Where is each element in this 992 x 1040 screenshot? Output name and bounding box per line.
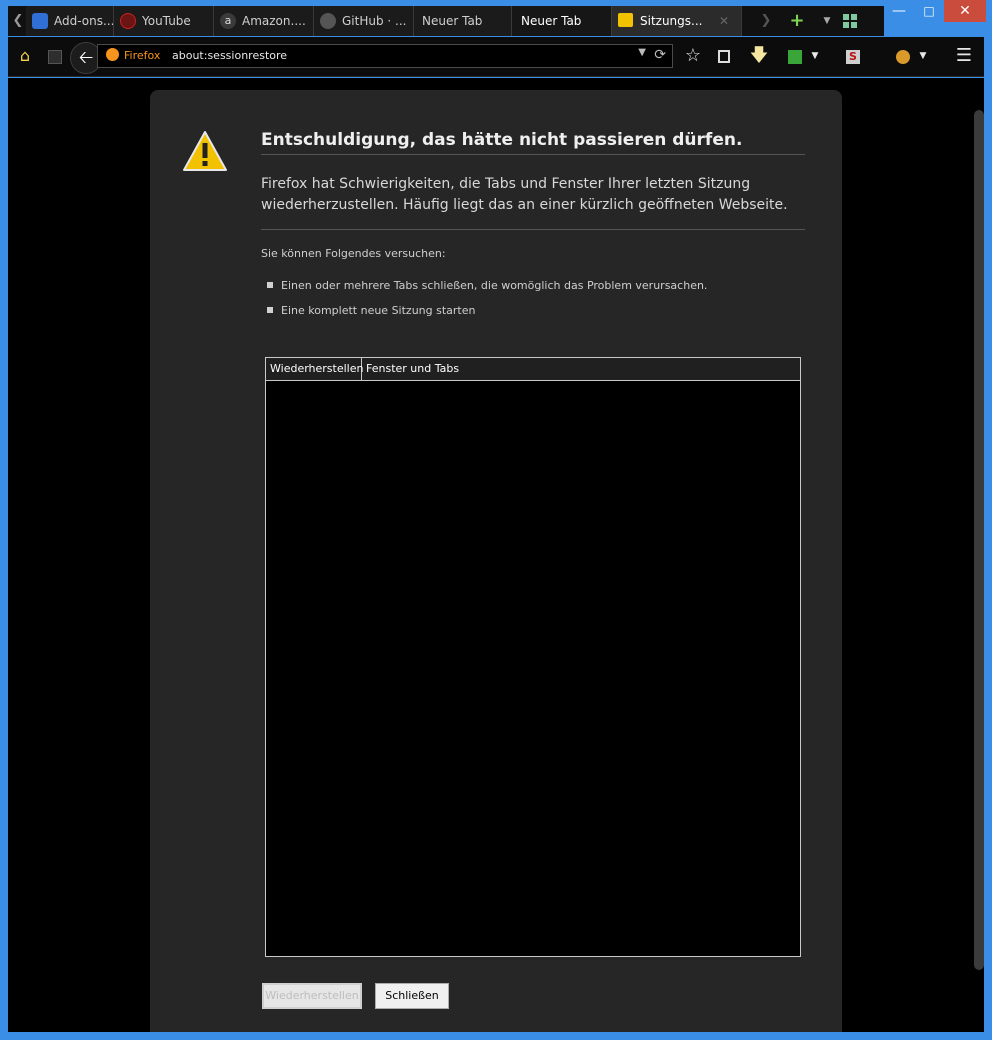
suggestion-item: Einen oder mehrere Tabs schließen, die w… — [267, 279, 707, 292]
puzzle-icon — [32, 13, 48, 29]
warning-icon — [618, 13, 633, 27]
amazon-icon: a — [220, 13, 236, 29]
menu-hamburger-icon[interactable]: ☰ — [951, 43, 977, 69]
tab-amazon[interactable]: a Amazon.... — [214, 6, 314, 36]
tab-new-2[interactable]: Neuer Tab — [512, 6, 612, 36]
tab-label: Sitzungs... — [640, 14, 703, 28]
tab-label: Amazon.... — [242, 14, 306, 28]
bookmark-star-icon[interactable]: ☆ — [680, 43, 706, 69]
bullet-icon — [267, 282, 273, 288]
suggestion-item: Eine komplett neue Sitzung starten — [267, 304, 475, 317]
url-bar[interactable]: Firefox about:sessionrestore ▼ ⟳ — [97, 44, 673, 68]
bullet-icon — [267, 307, 273, 313]
tab-sessionrestore[interactable]: Sitzungs... ✕ — [612, 6, 742, 36]
tab-groups-icon[interactable] — [840, 6, 860, 36]
error-description: Firefox hat Schwierigkeiten, die Tabs un… — [261, 176, 788, 213]
divider — [261, 229, 805, 230]
tab-close-icon[interactable]: ✕ — [719, 6, 729, 36]
tab-label: Add-ons... — [54, 14, 114, 28]
warning-icon — [183, 131, 227, 171]
tab-addons[interactable]: Add-ons... — [26, 6, 114, 36]
restore-button[interactable]: Wiederherstellen — [262, 983, 362, 1009]
error-container: Entschuldigung, das hätte nicht passiere… — [150, 90, 842, 1032]
downloads-icon[interactable]: 🡇 — [746, 43, 772, 69]
addon-monkey-icon[interactable] — [890, 43, 916, 69]
url-history-dropdown-icon[interactable]: ▼ — [638, 47, 646, 58]
tab-label: GitHub · ... — [342, 14, 407, 28]
column-header-windows-tabs[interactable]: Fenster und Tabs — [362, 358, 800, 380]
page-title: Entschuldigung, das hätte nicht passiere… — [261, 130, 805, 155]
session-tabs-tree[interactable]: Wiederherstellen Fenster und Tabs — [265, 357, 801, 957]
browser-window: — □ ✕ ❮ Add-ons... YouTube a Amazon.... … — [0, 0, 992, 1040]
close-button[interactable]: Schließen — [375, 983, 449, 1009]
home-icon[interactable]: ⌂ — [12, 43, 38, 69]
site-identity[interactable]: Firefox — [106, 48, 160, 64]
tab-scroll-left-icon[interactable]: ❮ — [8, 6, 28, 36]
vertical-scrollbar[interactable] — [974, 110, 984, 970]
list-all-tabs-icon[interactable]: ▼ — [818, 6, 836, 36]
tab-label: Neuer Tab — [521, 14, 582, 28]
tab-new-1[interactable]: Neuer Tab — [414, 6, 512, 36]
new-tab-plus-icon[interactable]: + — [786, 6, 808, 36]
firefox-icon — [106, 48, 119, 61]
column-header-restore[interactable]: Wiederherstellen — [266, 358, 363, 380]
tab-label: Neuer Tab — [422, 14, 483, 28]
tree-header: Wiederherstellen Fenster und Tabs — [266, 358, 800, 381]
tab-github[interactable]: GitHub · ... — [314, 6, 414, 36]
addon-green-icon[interactable] — [782, 43, 808, 69]
addon-monkey-dropdown-icon[interactable]: ▼ — [916, 43, 930, 69]
youtube-icon — [120, 13, 136, 29]
reload-icon[interactable]: ⟳ — [654, 47, 666, 63]
window-close-button[interactable]: ✕ — [944, 0, 986, 22]
panorama-icon[interactable] — [42, 43, 68, 69]
tab-youtube[interactable]: YouTube — [114, 6, 214, 36]
page-content: Entschuldigung, das hätte nicht passiere… — [8, 78, 984, 1032]
url-text[interactable]: about:sessionrestore — [172, 49, 287, 62]
maximize-button[interactable]: □ — [914, 0, 944, 22]
minimize-button[interactable]: — — [884, 0, 914, 22]
bookmarks-menu-icon[interactable] — [711, 43, 737, 69]
tab-scroll-right-icon[interactable]: ❯ — [756, 6, 776, 36]
github-icon — [320, 13, 336, 29]
tab-label: YouTube — [142, 14, 191, 28]
addon-s-icon[interactable]: S — [840, 43, 866, 69]
addon-dropdown-icon[interactable]: ▼ — [808, 43, 822, 69]
try-hint: Sie können Folgendes versuchen: — [261, 247, 446, 260]
